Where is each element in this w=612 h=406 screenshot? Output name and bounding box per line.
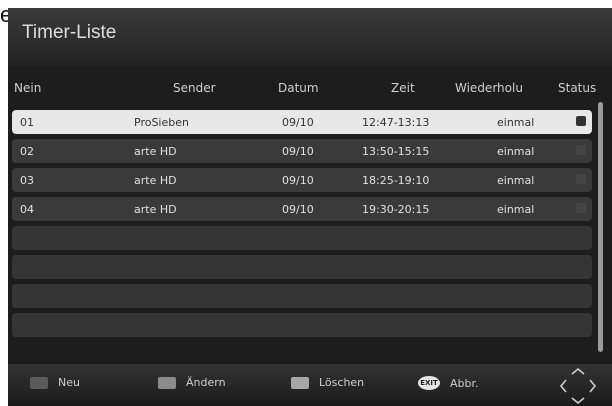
- status-indicator-icon: [576, 145, 586, 155]
- row-repeat: einmal: [497, 174, 535, 187]
- header: Timer-Liste: [8, 8, 612, 66]
- timer-list-screen: Timer-Liste Nein Sender Datum Zeit Wiede…: [8, 8, 612, 406]
- status-indicator-icon: [576, 116, 586, 126]
- timer-rows: 01 ProSieben 09/10 12:47-13:13 einmal 02…: [12, 110, 592, 342]
- page-title: Timer-Liste: [22, 22, 117, 43]
- cancel-label: Abbr.: [450, 376, 479, 390]
- table-row-2[interactable]: 02 arte HD 09/10 13:50-15:15 einmal: [12, 139, 592, 163]
- new-label: Neu: [58, 376, 80, 389]
- column-repeat: Wiederholu: [455, 81, 523, 95]
- cancel-button[interactable]: EXIT Abbr.: [418, 376, 479, 390]
- nav-arrows-icon: [559, 367, 597, 405]
- scrollbar[interactable]: [598, 102, 603, 352]
- edit-button[interactable]: Ändern: [158, 376, 226, 389]
- row-time: 18:25-19:10: [362, 174, 430, 187]
- row-nr: 03: [20, 174, 34, 187]
- row-time: 13:50-15:15: [362, 145, 430, 158]
- row-nr: 02: [20, 145, 34, 158]
- footer-bar: Neu Ändern Löschen EXIT Abbr.: [8, 364, 612, 406]
- row-time: 19:30-20:15: [362, 203, 430, 216]
- row-time: 12:47-13:13: [362, 116, 430, 129]
- row-sender: arte HD: [134, 145, 177, 158]
- empty-row[interactable]: [12, 284, 592, 308]
- green-key-icon: [158, 376, 176, 389]
- row-repeat: einmal: [497, 116, 535, 129]
- delete-label: Löschen: [319, 376, 365, 389]
- column-headers: Nein Sender Datum Zeit Wiederholu Status: [8, 78, 612, 100]
- column-sender: Sender: [173, 81, 216, 95]
- empty-row[interactable]: [12, 313, 592, 337]
- table-row-3[interactable]: 03 arte HD 09/10 18:25-19:10 einmal: [12, 168, 592, 192]
- yellow-key-icon: [291, 376, 309, 389]
- table-row-1[interactable]: 01 ProSieben 09/10 12:47-13:13 einmal: [12, 110, 592, 134]
- delete-button[interactable]: Löschen: [291, 376, 364, 389]
- row-date: 09/10: [282, 116, 314, 129]
- new-button[interactable]: Neu: [30, 376, 80, 389]
- row-date: 09/10: [282, 203, 314, 216]
- row-sender: arte HD: [134, 203, 177, 216]
- edit-label: Ändern: [186, 376, 226, 389]
- row-sender: ProSieben: [134, 116, 189, 129]
- scrollbar-thumb[interactable]: [598, 102, 603, 352]
- status-indicator-icon: [576, 174, 586, 184]
- column-date: Datum: [278, 81, 319, 95]
- column-nr: Nein: [14, 81, 42, 95]
- empty-row[interactable]: [12, 255, 592, 279]
- row-sender: arte HD: [134, 174, 177, 187]
- column-time: Zeit: [391, 81, 415, 95]
- row-nr: 01: [20, 116, 34, 129]
- empty-row[interactable]: [12, 226, 592, 250]
- status-indicator-icon: [576, 203, 586, 213]
- row-repeat: einmal: [497, 203, 535, 216]
- row-nr: 04: [20, 203, 34, 216]
- table-row-4[interactable]: 04 arte HD 09/10 19:30-20:15 einmal: [12, 197, 592, 221]
- row-repeat: einmal: [497, 145, 535, 158]
- row-date: 09/10: [282, 145, 314, 158]
- row-date: 09/10: [282, 174, 314, 187]
- red-key-icon: [30, 376, 48, 389]
- column-status: Status: [558, 81, 597, 95]
- exit-key-icon: EXIT: [418, 376, 440, 390]
